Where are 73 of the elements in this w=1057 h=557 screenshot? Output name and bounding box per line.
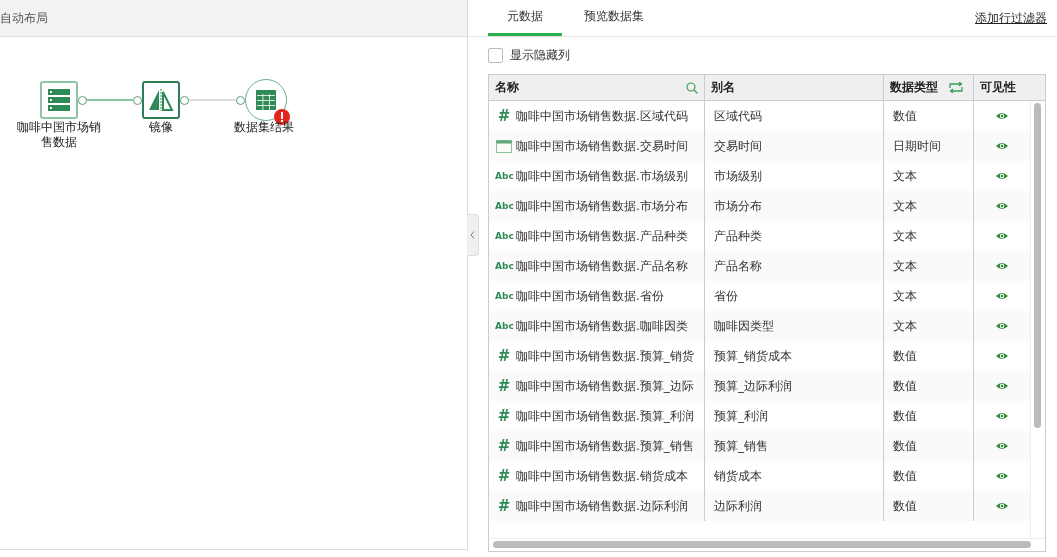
node-label: 镜像 <box>148 120 174 135</box>
field-name: 咖啡中国市场销售数据.销货成本 <box>516 467 688 485</box>
field-name: 咖啡中国市场销售数据.预算_利润 <box>516 407 694 425</box>
field-name: 咖啡中国市场销售数据.市场级别 <box>516 167 688 185</box>
mirror-icon <box>148 88 174 112</box>
column-header[interactable]: 可见性 <box>974 75 1045 100</box>
text-type-mark: Abc <box>495 231 513 241</box>
eye-icon[interactable] <box>996 442 1008 450</box>
table-cell: 边际利润 <box>705 491 884 521</box>
swap-icon[interactable] <box>949 82 963 93</box>
field-name: 咖啡中国市场销售数据.省份 <box>516 287 664 305</box>
field-name: 咖啡中国市场销售数据.区域代码 <box>516 107 688 125</box>
field-name: 咖啡中国市场销售数据.预算_销货 <box>516 347 694 365</box>
horizontal-scrollbar[interactable] <box>493 541 1031 548</box>
text-type-mark: Abc <box>495 171 513 181</box>
vertical-scrollbar[interactable] <box>1034 103 1041 428</box>
field-name: 咖啡中国市场销售数据.产品名称 <box>516 257 688 275</box>
table-icon <box>255 89 277 111</box>
eye-icon[interactable] <box>996 382 1008 390</box>
text-type-mark: Abc <box>495 261 513 271</box>
eye-icon[interactable] <box>996 292 1008 300</box>
text-type-mark: Abc <box>495 321 513 331</box>
eye-icon[interactable] <box>996 472 1008 480</box>
tab[interactable]: 元数据 <box>488 0 562 36</box>
eye-icon[interactable] <box>996 202 1008 210</box>
column-title: 可见性 <box>980 79 1016 96</box>
add-filter-link[interactable]: 添加行过滤器 <box>975 9 1047 27</box>
field-name: 咖啡中国市场销售数据.预算_边际 <box>516 377 694 395</box>
eye-icon[interactable] <box>996 172 1008 180</box>
mirror-node[interactable] <box>142 81 180 119</box>
number-type-mark: # <box>496 437 512 455</box>
eye-icon[interactable] <box>996 322 1008 330</box>
number-type-mark: # <box>496 347 512 365</box>
node-label: 数据集结果 <box>233 120 295 135</box>
eye-icon[interactable] <box>996 142 1008 150</box>
eye-icon[interactable] <box>996 232 1008 240</box>
field-name: 咖啡中国市场销售数据.边际利润 <box>516 497 688 515</box>
database-icon <box>47 88 71 112</box>
column-title: 数据类型 <box>890 79 938 96</box>
field-name: 咖啡中国市场销售数据.交易时间 <box>516 137 688 155</box>
number-type-mark: # <box>496 107 512 125</box>
checkbox[interactable] <box>488 48 503 63</box>
collapse-handle[interactable] <box>467 214 479 256</box>
eye-icon[interactable] <box>996 112 1008 120</box>
auto-layout-label[interactable]: 自动布局 <box>0 9 48 27</box>
text-type-mark: Abc <box>495 291 513 301</box>
number-type-mark: # <box>496 407 512 425</box>
field-name: 咖啡中国市场销售数据.预算_销售 <box>516 437 694 455</box>
table-cell: 数值 <box>884 491 974 521</box>
column-title: 名称 <box>495 79 519 96</box>
input-port[interactable] <box>236 95 245 105</box>
field-name: 咖啡中国市场销售数据.市场分布 <box>516 197 688 215</box>
calendar-icon <box>496 139 512 153</box>
number-type-mark: # <box>496 467 512 485</box>
number-type-mark: # <box>496 377 512 395</box>
field-name: 咖啡中国市场销售数据.产品种类 <box>516 227 688 245</box>
tab[interactable]: 预览数据集 <box>565 0 663 36</box>
eye-icon[interactable] <box>996 262 1008 270</box>
eye-icon[interactable] <box>996 412 1008 420</box>
node-label: 咖啡中国市场销售数据 <box>16 120 102 150</box>
number-type-mark: # <box>496 497 512 515</box>
column-header[interactable]: 名称 <box>489 75 705 100</box>
column-title: 别名 <box>711 79 735 96</box>
chevron-left-icon <box>470 231 475 239</box>
search-icon[interactable] <box>686 81 698 94</box>
checkbox-label: 显示隐藏列 <box>510 47 570 64</box>
eye-icon[interactable] <box>996 352 1008 360</box>
field-name: 咖啡中国市场销售数据.咖啡因类 <box>516 317 688 335</box>
dataset-node[interactable] <box>40 81 78 119</box>
eye-icon[interactable] <box>996 502 1008 510</box>
text-type-mark: Abc <box>495 201 513 211</box>
column-header[interactable]: 数据类型 <box>884 75 974 100</box>
column-header[interactable]: 别名 <box>705 75 884 100</box>
